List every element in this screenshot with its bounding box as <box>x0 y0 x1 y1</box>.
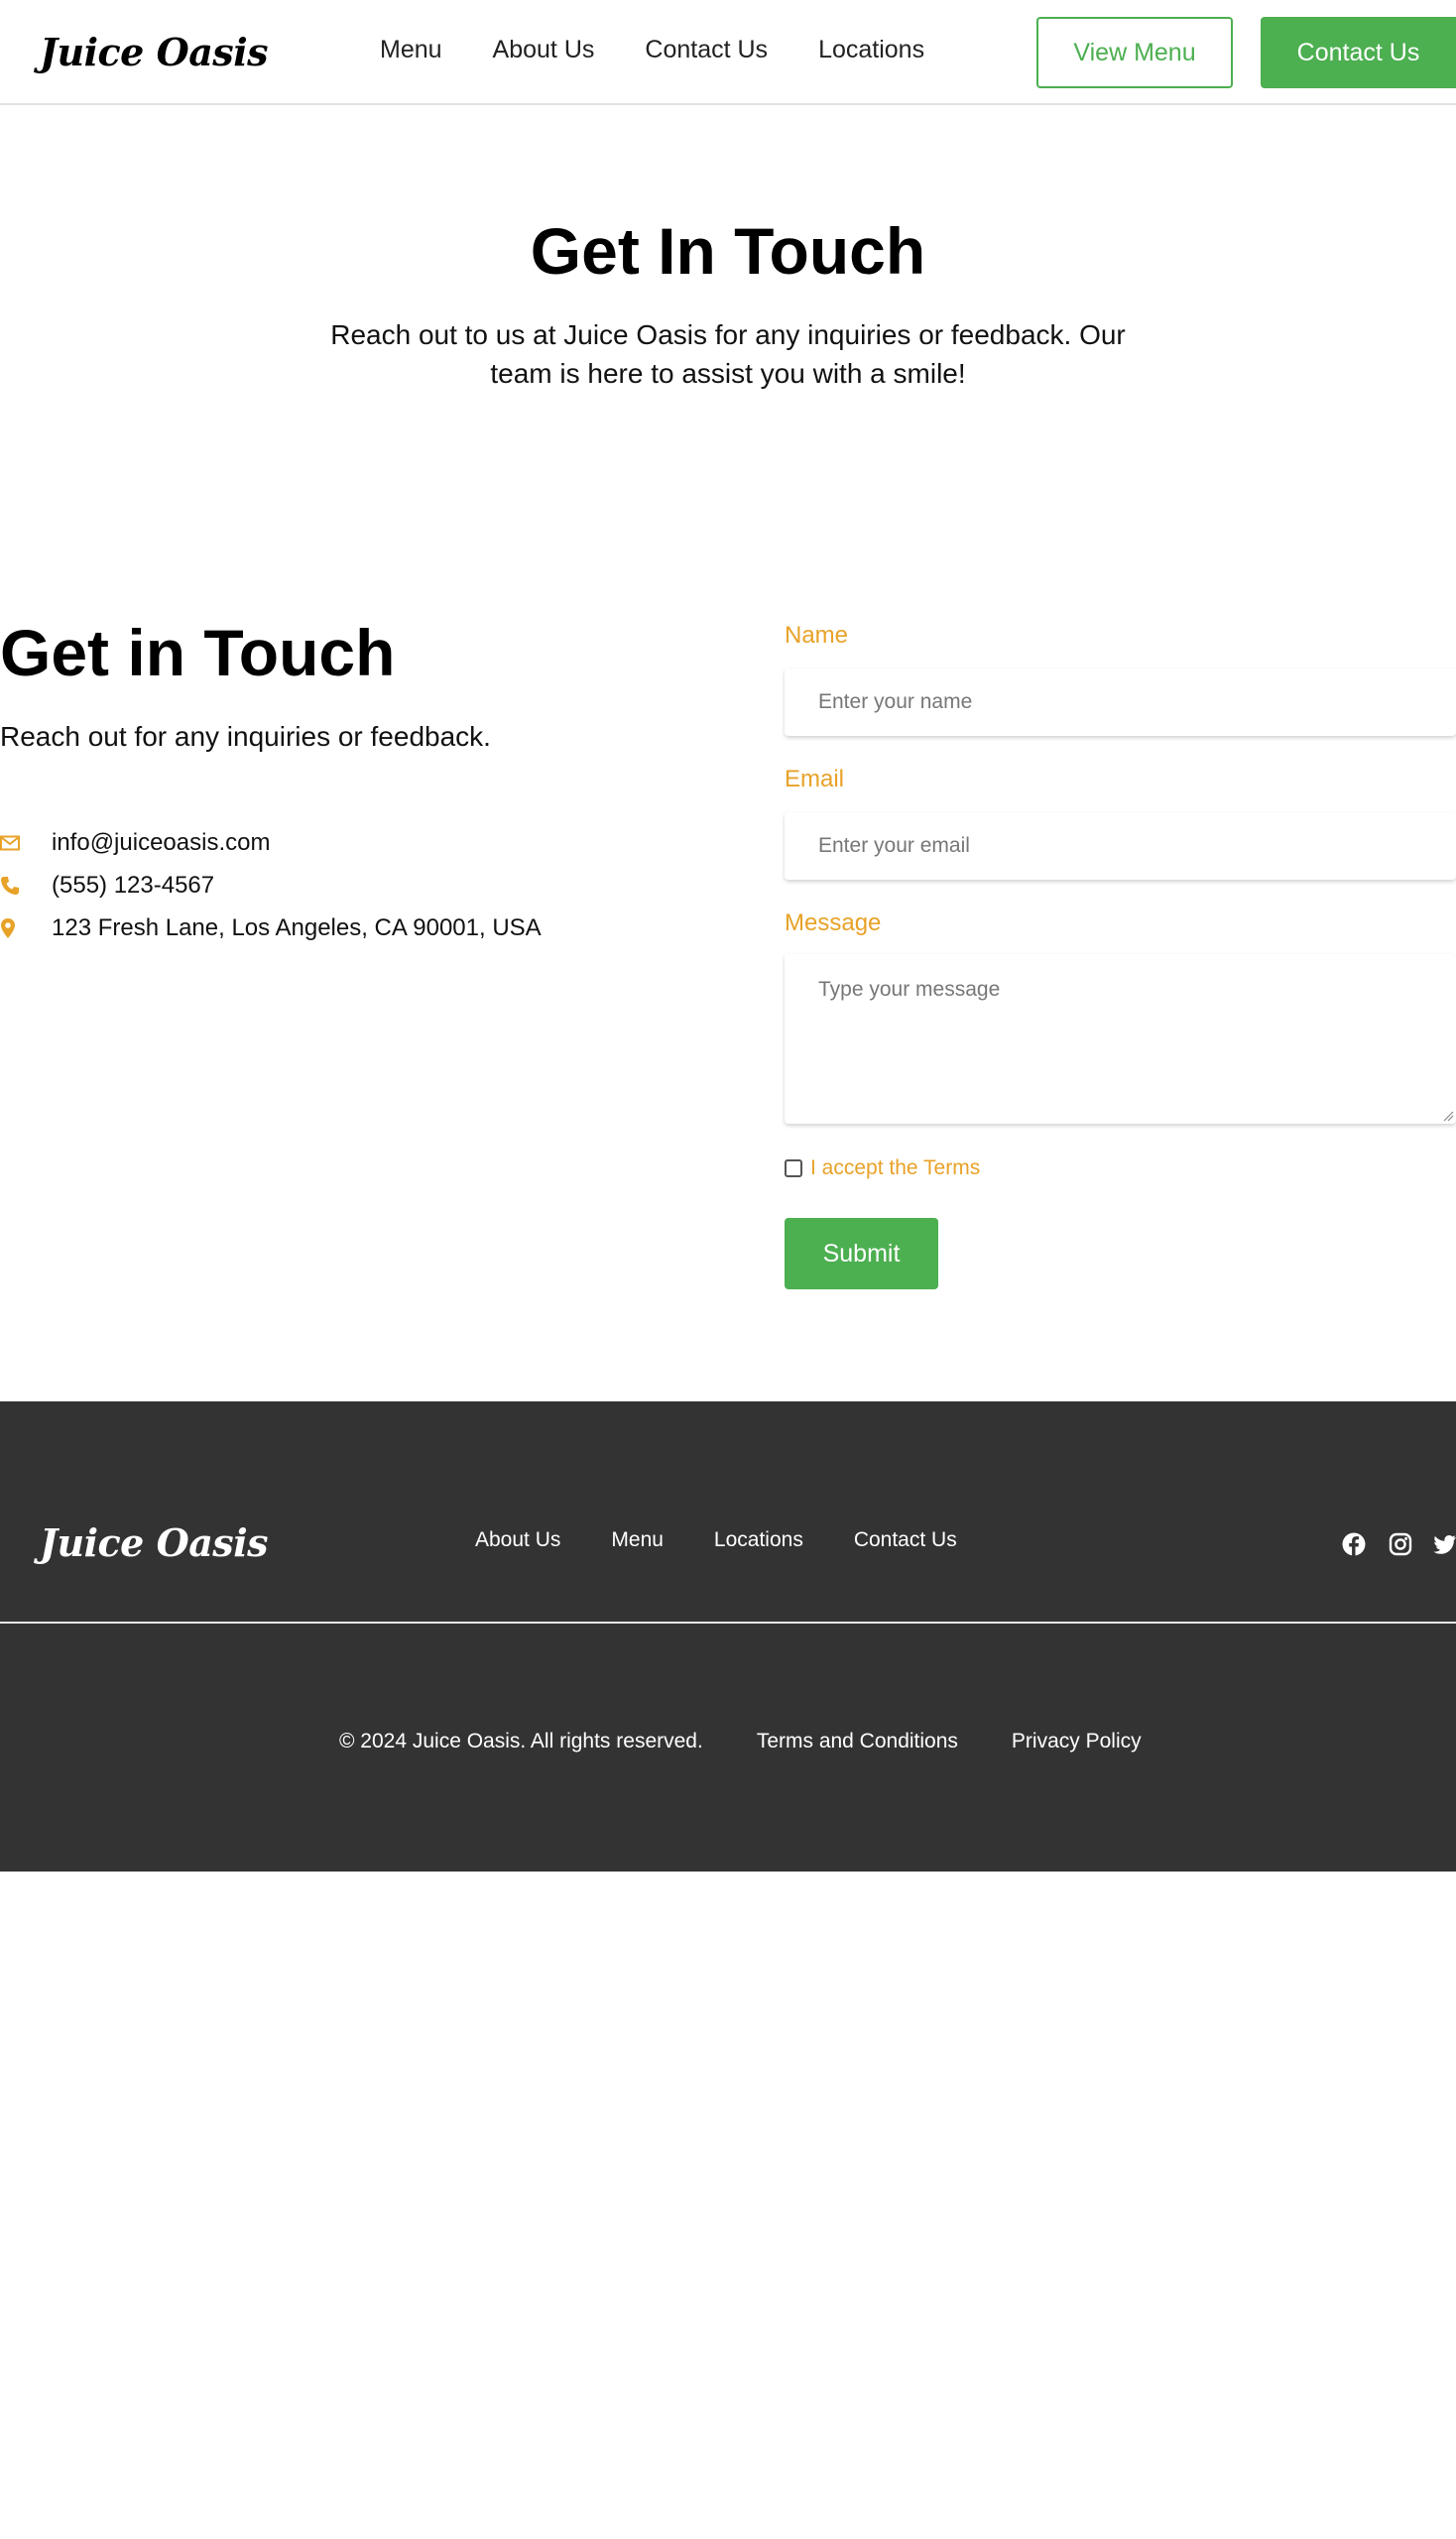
phone-info-row: (555) 123-4567 <box>0 872 214 900</box>
message-textarea[interactable]: Type your message <box>785 954 1456 1124</box>
privacy-policy-link[interactable]: Privacy Policy <box>1012 1730 1142 1753</box>
contact-info-title: Get in Touch <box>0 616 396 689</box>
footer-locations-link[interactable]: Locations <box>714 1528 803 1552</box>
footer-nav: About Us Menu Locations Contact Us <box>475 1528 957 1552</box>
site-footer: Juice Oasis About Us Menu Locations Cont… <box>0 1401 1456 1872</box>
nav-contact-link[interactable]: Contact Us <box>645 36 768 64</box>
nav-menu-link[interactable]: Menu <box>380 36 442 64</box>
contact-info-subtitle: Reach out for any inquiries or feedback. <box>0 721 491 752</box>
hero-subtitle: Reach out to us at Juice Oasis for any i… <box>330 319 1126 389</box>
copyright-text: © 2024 Juice Oasis. All rights reserved. <box>339 1730 703 1753</box>
contact-us-button[interactable]: Contact Us <box>1261 17 1456 88</box>
name-label: Name <box>785 622 849 649</box>
message-label: Message <box>785 909 882 936</box>
facebook-icon[interactable] <box>1341 1531 1367 1557</box>
main-nav: Menu About Us Contact Us Locations <box>380 36 924 64</box>
email-label: Email <box>785 766 845 792</box>
instagram-icon[interactable] <box>1388 1531 1413 1557</box>
email-input[interactable]: Enter your email <box>785 812 1456 880</box>
terms-label[interactable]: I accept the Terms <box>810 1156 980 1180</box>
address-text: 123 Fresh Lane, Los Angeles, CA 90001, U… <box>52 914 542 941</box>
map-pin-icon <box>0 916 52 940</box>
footer-menu-link[interactable]: Menu <box>611 1528 664 1552</box>
submit-button[interactable]: Submit <box>785 1218 938 1289</box>
resize-handle-icon[interactable] <box>1440 1108 1454 1122</box>
phone-text[interactable]: (555) 123-4567 <box>52 872 214 900</box>
footer-about-link[interactable]: About Us <box>475 1528 560 1552</box>
terms-row: I accept the Terms <box>785 1156 980 1180</box>
footer-logo[interactable]: Juice Oasis <box>40 1520 269 1565</box>
nav-locations-link[interactable]: Locations <box>818 36 924 64</box>
footer-divider <box>0 1622 1456 1624</box>
nav-about-link[interactable]: About Us <box>493 36 595 64</box>
terms-conditions-link[interactable]: Terms and Conditions <box>757 1730 958 1753</box>
twitter-icon[interactable] <box>1432 1531 1456 1557</box>
footer-bottom: © 2024 Juice Oasis. All rights reserved.… <box>339 1730 1142 1753</box>
address-info-row: 123 Fresh Lane, Los Angeles, CA 90001, U… <box>0 914 542 942</box>
email-info-row: info@juiceoasis.com <box>0 829 270 857</box>
view-menu-button[interactable]: View Menu <box>1036 17 1233 88</box>
hero-title: Get In Touch <box>530 214 926 288</box>
envelope-icon <box>0 831 52 855</box>
message-placeholder: Type your message <box>818 978 1001 1001</box>
header-logo[interactable]: Juice Oasis <box>40 30 269 74</box>
terms-checkbox[interactable] <box>785 1159 802 1177</box>
phone-icon <box>0 874 52 898</box>
name-input[interactable]: Enter your name <box>785 668 1456 736</box>
site-header: Juice Oasis Menu About Us Contact Us Loc… <box>0 0 1456 105</box>
email-text[interactable]: info@juiceoasis.com <box>52 829 270 857</box>
footer-contact-link[interactable]: Contact Us <box>854 1528 957 1552</box>
